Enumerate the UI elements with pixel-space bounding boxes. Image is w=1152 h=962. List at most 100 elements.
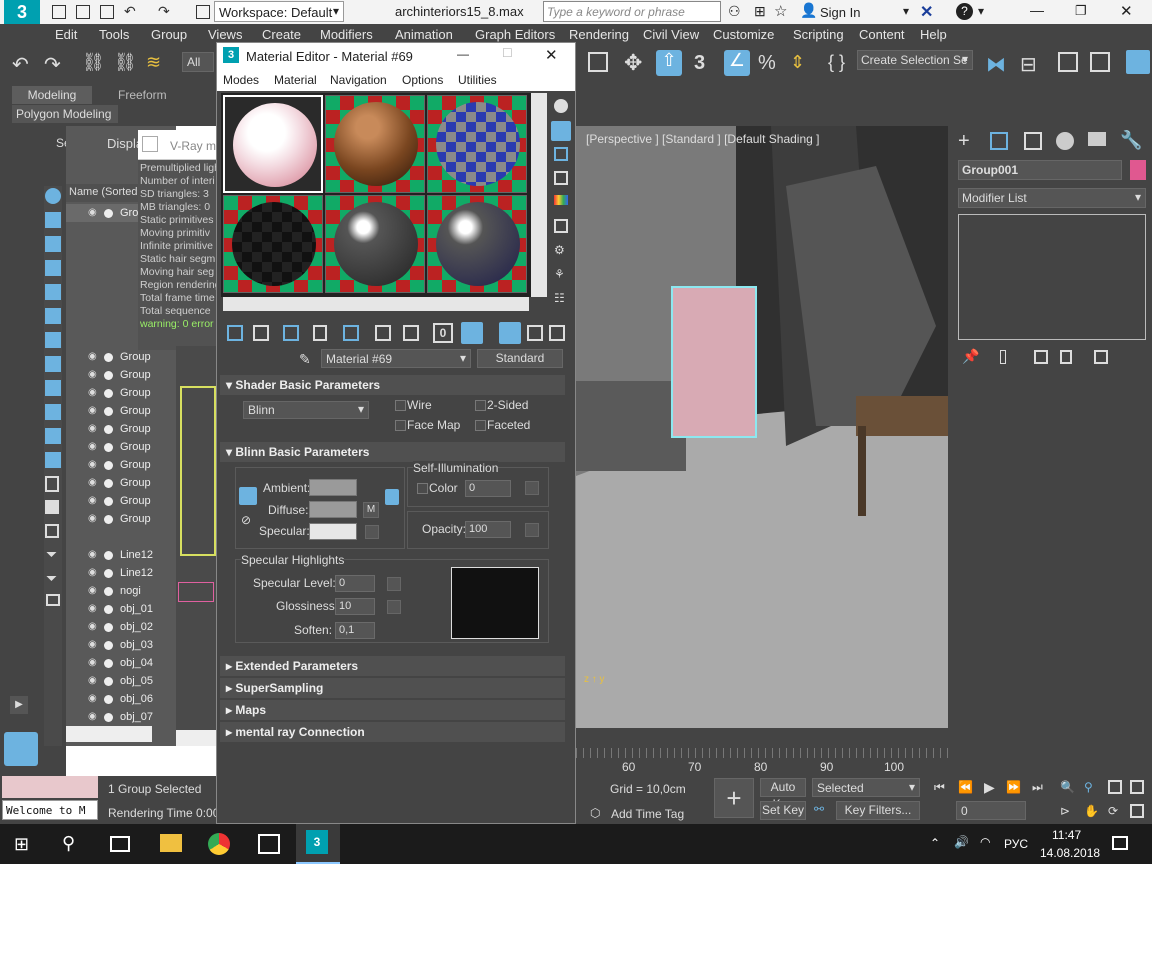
freeze-dot-icon[interactable] [104, 443, 113, 452]
faceted-checkbox[interactable] [475, 420, 486, 431]
freeze-dot-icon[interactable] [104, 641, 113, 650]
wifi-icon[interactable]: ◠ [980, 835, 990, 849]
menu-scripting[interactable]: Scripting [793, 27, 844, 42]
horizontal-scrollbar[interactable] [66, 726, 152, 742]
motion-tab-icon[interactable] [1056, 132, 1074, 150]
chrome-icon[interactable] [208, 833, 230, 855]
freeze-dot-icon[interactable] [104, 677, 113, 686]
material-type-button[interactable]: Standard [477, 349, 563, 368]
self-illum-value-field[interactable]: 0 [465, 480, 511, 497]
sample-slot-6[interactable] [427, 195, 527, 293]
list-item[interactable]: ◉ obj_04 [66, 654, 176, 672]
polygon-modeling-panel[interactable]: Polygon Modeling [12, 105, 118, 123]
freeze-dot-icon[interactable] [104, 605, 113, 614]
list-item[interactable]: ◉ Line12 [66, 546, 176, 564]
specular-level-map-button[interactable] [387, 577, 401, 591]
visibility-eye-icon[interactable]: ◉ [88, 384, 97, 402]
visibility-eye-icon[interactable]: ◉ [88, 600, 97, 618]
save-file-icon[interactable] [100, 5, 114, 19]
tab-modeling[interactable]: Modeling [12, 86, 92, 104]
list-item[interactable]: ◉ Group [66, 402, 176, 420]
modifier-list-dropdown[interactable]: Modifier List ▾ [958, 188, 1146, 208]
sign-in-link[interactable]: Sign In [820, 5, 860, 20]
freeze-dot-icon[interactable] [104, 623, 113, 632]
menu-modifiers[interactable]: Modifiers [320, 27, 373, 42]
list-item[interactable]: ◉ Group [66, 438, 176, 456]
visibility-eye-icon[interactable]: ◉ [88, 564, 97, 582]
new-file-icon[interactable] [52, 5, 66, 19]
me-menu-options[interactable]: Options [402, 73, 443, 87]
clock-date[interactable]: 14.08.2018 [1040, 846, 1100, 860]
previous-frame-icon[interactable]: ⏪ [958, 780, 973, 794]
face-map-checkbox[interactable] [395, 420, 406, 431]
put-to-library-icon[interactable] [375, 325, 391, 341]
pick-material-icon[interactable]: ✎ [299, 351, 311, 368]
glossiness-map-button[interactable] [387, 600, 401, 614]
display-none-icon[interactable] [45, 188, 61, 204]
zoom-all-icon[interactable]: ⚲ [1084, 780, 1093, 794]
freeze-dot-icon[interactable] [104, 425, 113, 434]
align-icon[interactable]: ⊟ [1020, 52, 1037, 77]
sample-slot-1[interactable] [223, 95, 323, 193]
slot-horizontal-scrollbar[interactable] [223, 297, 529, 311]
freeze-dot-icon[interactable] [104, 209, 113, 218]
app-logo-icon[interactable]: 3 [4, 0, 40, 24]
display-none-toggle-icon[interactable] [45, 524, 59, 538]
object-name-field[interactable]: Group001 [958, 160, 1122, 180]
cart-icon[interactable]: ⊞ [754, 3, 766, 20]
percent-snap-icon[interactable]: % [758, 52, 776, 75]
material-editor-titlebar[interactable]: 3 Material Editor - Material #69 — ☐ ✕ [217, 43, 575, 69]
windows-start-icon[interactable]: ⊞ [14, 834, 29, 855]
list-item[interactable]: ◉ obj_07 [66, 708, 176, 726]
uv-tiling-icon[interactable] [554, 171, 568, 185]
show-end-result-icon[interactable] [1000, 350, 1006, 364]
go-forward-sibling-icon[interactable] [549, 325, 565, 341]
key-filters-button[interactable]: Key Filters... [836, 801, 920, 820]
rollout-blinn-basic[interactable]: ▾ Blinn Basic Parameters [220, 442, 565, 462]
search-icon[interactable]: ⚲ [62, 833, 75, 854]
spinner-snap-icon[interactable]: ⇕ [790, 52, 805, 73]
hierarchy-tab-icon[interactable] [1024, 132, 1042, 150]
binoculars-icon[interactable]: ⚇ [728, 3, 741, 20]
next-frame-icon[interactable]: ⏩ [1006, 780, 1021, 794]
lock-icon[interactable] [385, 489, 399, 505]
angle-snap-icon[interactable]: ∠ [724, 50, 750, 76]
put-material-icon[interactable] [253, 325, 269, 341]
volume-icon[interactable]: 🔊 [954, 835, 969, 849]
list-item[interactable]: ◉ Group [66, 348, 176, 366]
scene-explorer-icon[interactable] [1058, 52, 1078, 72]
visibility-eye-icon[interactable]: ◉ [88, 690, 97, 708]
freeze-dot-icon[interactable] [104, 497, 113, 506]
freeze-dot-icon[interactable] [104, 479, 113, 488]
viewport-label[interactable]: [Perspective ] [Standard ] [Default Shad… [586, 132, 819, 146]
maximize-viewport-icon[interactable] [1130, 804, 1144, 818]
set-key-big-icon[interactable]: + [714, 778, 754, 818]
object-color-swatch[interactable] [1130, 160, 1146, 180]
redo-icon[interactable]: ↷ [44, 52, 61, 77]
visibility-eye-icon[interactable]: ◉ [88, 366, 97, 384]
freeze-dot-icon[interactable] [104, 659, 113, 668]
soften-field[interactable]: 0,1 [335, 622, 375, 639]
go-to-start-icon[interactable]: ⏮ [934, 780, 945, 795]
action-center-icon[interactable] [1112, 836, 1128, 850]
visibility-eye-icon[interactable]: ◉ [88, 510, 97, 528]
viewport-layout-icon[interactable] [4, 732, 38, 766]
funnel-icon[interactable]: ⏷ [46, 546, 57, 563]
visibility-eye-icon[interactable]: ◉ [88, 438, 97, 456]
display-tab-icon[interactable] [1088, 132, 1106, 146]
visibility-eye-icon[interactable]: ◉ [88, 672, 97, 690]
task-view-icon[interactable] [110, 836, 130, 852]
minimize-icon[interactable]: — [457, 47, 469, 61]
keyboard-language[interactable]: РУС [1004, 837, 1028, 851]
display-frozen-icon[interactable] [45, 452, 61, 468]
list-item[interactable]: ◉ Group [66, 510, 176, 528]
photos-icon[interactable] [258, 834, 280, 854]
self-illum-color-checkbox[interactable] [417, 483, 428, 494]
menu-create[interactable]: Create [262, 27, 301, 42]
mirror-icon[interactable]: ⧓ [986, 52, 1006, 77]
zoom-icon[interactable]: 🔍 [1060, 780, 1075, 794]
clock-time[interactable]: 11:47 [1052, 828, 1081, 842]
rollout-mental-ray[interactable]: ▸ mental ray Connection [220, 722, 565, 742]
play-icon[interactable]: ▶ [984, 779, 995, 796]
snap-3d-icon[interactable]: 3 [694, 52, 705, 75]
